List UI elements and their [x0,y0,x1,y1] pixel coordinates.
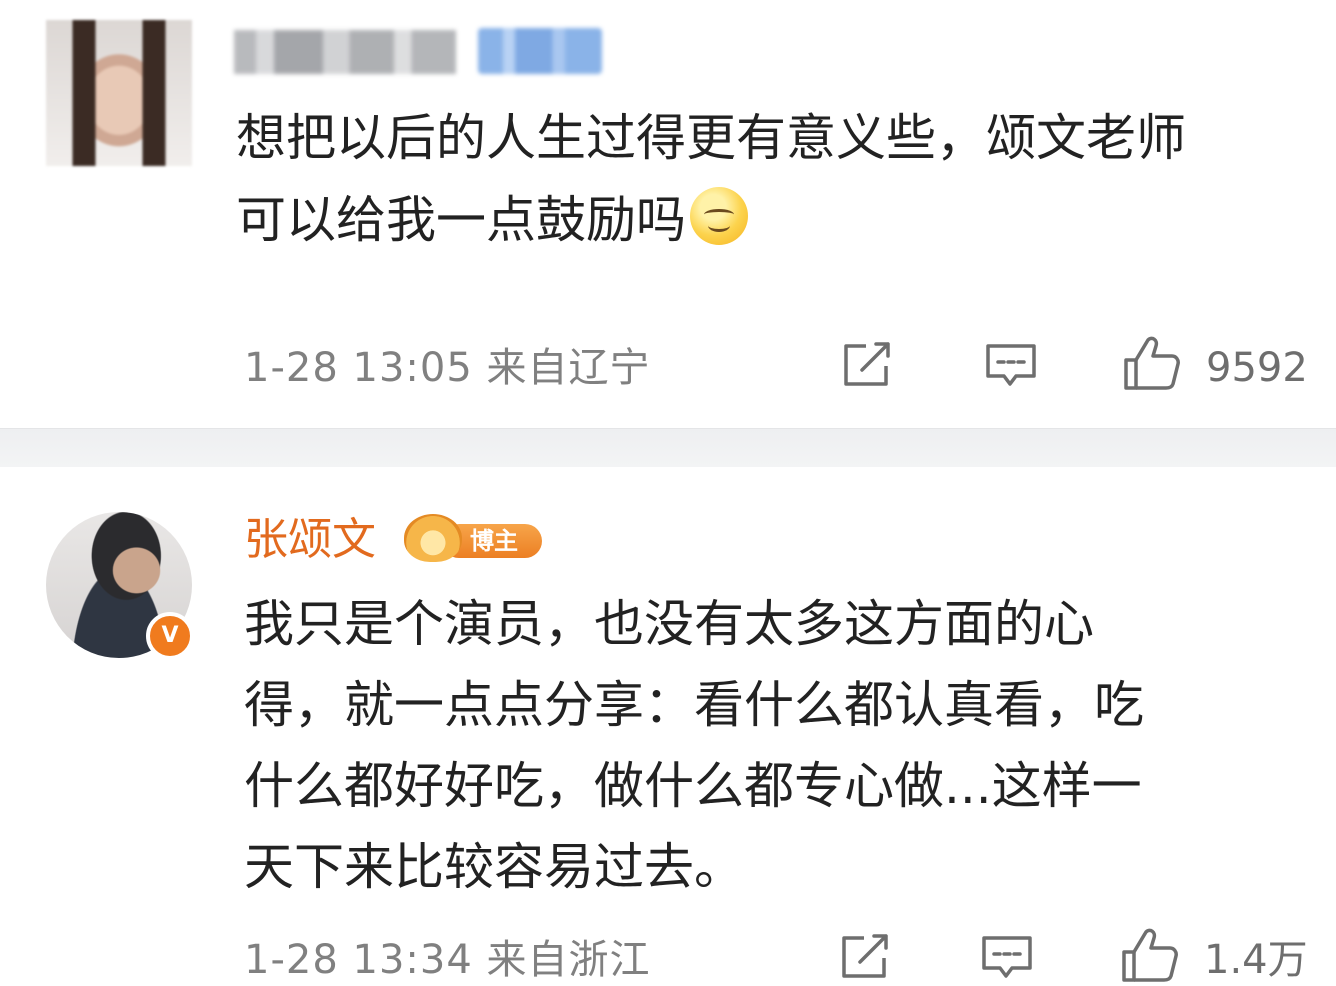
username[interactable]: 张颂文 [244,510,376,570]
verified-badge-icon: V [146,612,194,660]
member-badge-blurred [478,28,602,74]
comment-icon[interactable] [980,932,1034,982]
comment-date: 1-28 [244,937,339,983]
comment-text-line: 天下来比较容易过去。 [244,838,744,896]
comment-divider [0,428,1336,467]
comment-time: 13:34 [352,937,473,983]
like-count: 9592 [1206,345,1308,391]
comment-text: 我只是个演员，也没有太多这方面的心 得，就一点点分享：看什么都认真看，吃 什么都… [244,584,1304,908]
username-blurred[interactable] [234,30,456,74]
comment-item: 想把以后的人生过得更有意义些，颂文老师 可以给我一点鼓励吗 1-28 13:05… [0,0,1336,428]
comment-location: 来自浙江 [486,937,651,983]
weibo-comment-page: 想把以后的人生过得更有意义些，颂文老师 可以给我一点鼓励吗 1-28 13:05… [0,0,1336,986]
comment-meta: 1-28 13:05 来自辽宁 [244,340,651,396]
comment-location: 来自辽宁 [486,345,651,391]
comment-text-line: 得，就一点点分享：看什么都认真看，吃 [244,676,1144,734]
comment-text-line: 我只是个演员，也没有太多这方面的心 [244,595,1094,653]
share-icon[interactable] [840,340,894,390]
avatar[interactable] [46,20,192,166]
crown-icon [404,514,462,562]
thumbs-up-icon[interactable] [1120,926,1180,984]
comment-meta: 1-28 13:34 来自浙江 [244,932,651,986]
comment-text-line: 什么都好好吃，做什么都专心做...这样一 [244,757,1142,815]
comment-text-line: 可以给我一点鼓励吗 [236,186,748,254]
smile-emoji-icon [690,187,748,245]
badge-label: 博主 [470,527,518,555]
like-count: 1.4万 [1204,937,1308,983]
thumbs-up-icon[interactable] [1122,334,1182,392]
comment-text-line: 想把以后的人生过得更有意义些，颂文老师 [236,109,1186,167]
comment-time: 13:05 [352,345,473,391]
comment-date: 1-28 [244,345,339,391]
comment-icon[interactable] [984,340,1038,390]
blogger-badge: 博主 [404,514,544,564]
comment-text-segment: 可以给我一点鼓励吗 [236,191,686,249]
share-icon[interactable] [838,932,892,982]
